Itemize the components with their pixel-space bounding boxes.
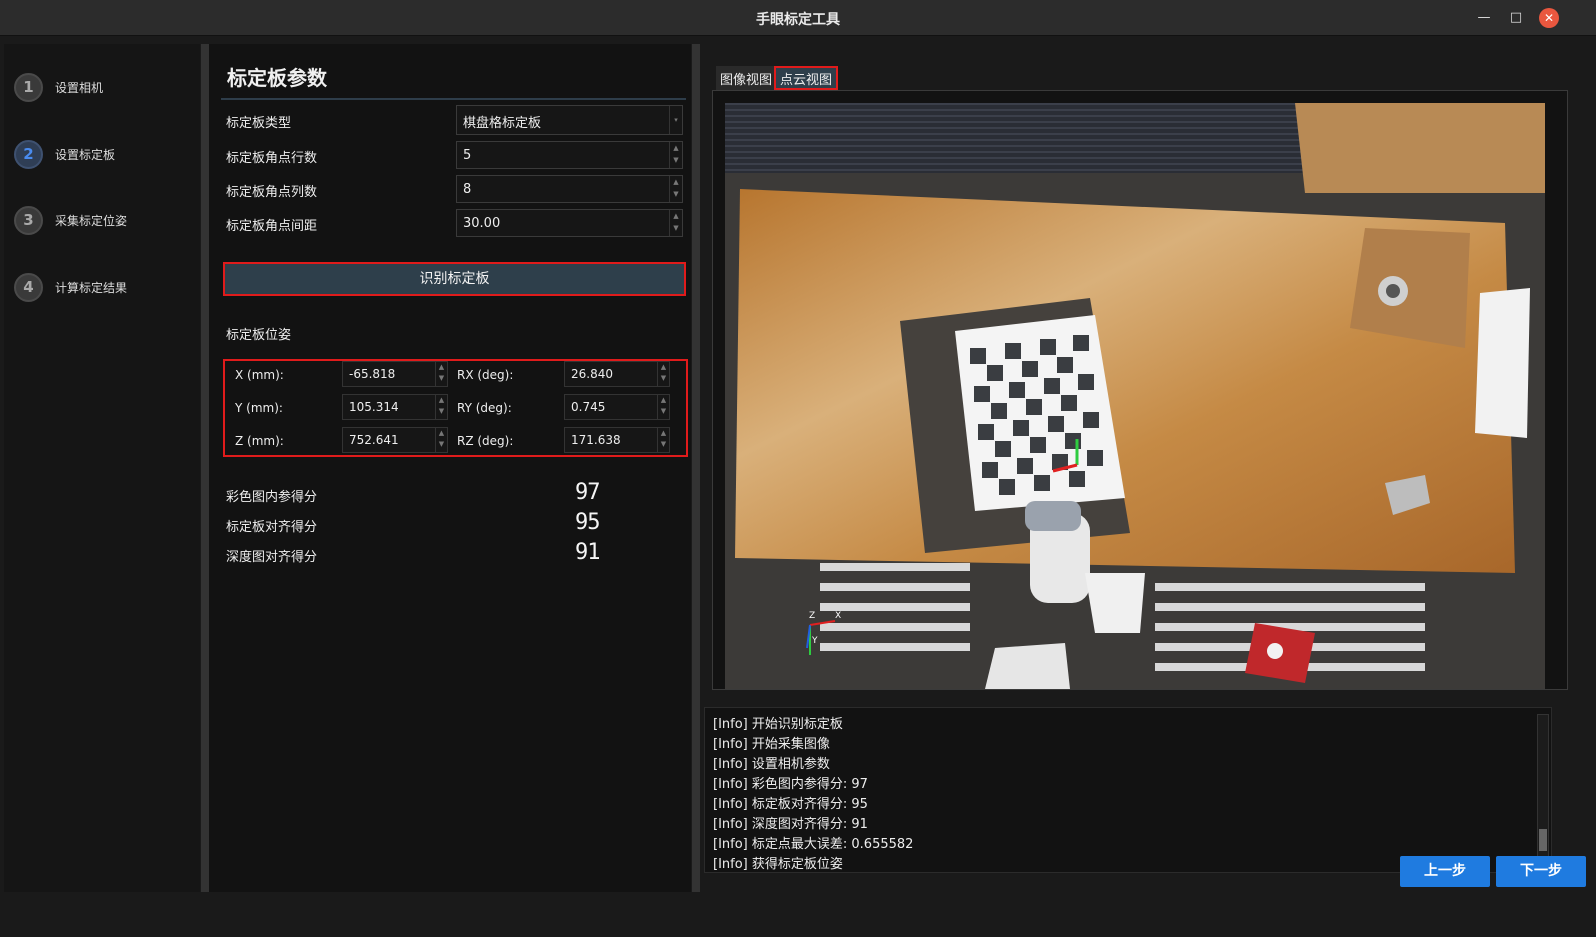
panel-title: 标定板参数 [227, 66, 327, 90]
axis-y-label: Y [811, 636, 818, 646]
view-panel: 图像视图 点云视图 Z X Y [Info] 开始识别标定板 [Info] 开始… [700, 44, 1590, 937]
board-type-label: 标定板类型 [226, 116, 292, 131]
spin-arrows-icon[interactable]: ▲ ▼ [435, 395, 447, 419]
rows-value: 5 [463, 148, 472, 163]
step-item-compute[interactable]: 4 计算标定结果 [14, 272, 127, 302]
left-splitter[interactable] [201, 44, 209, 892]
spin-arrows-icon[interactable]: ▲ ▼ [435, 428, 447, 452]
x-input[interactable]: -65.818 ▲ ▼ [342, 361, 448, 387]
pose-group: X (mm): -65.818 ▲ ▼ RX (deg): 26.840 ▲ ▼ Y (… [223, 359, 688, 457]
step-number-badge: 3 [14, 205, 43, 235]
scrollbar-thumb[interactable] [1539, 829, 1547, 851]
log-line: [Info] 开始识别标定板 [713, 717, 843, 732]
log-panel[interactable]: [Info] 开始识别标定板 [Info] 开始采集图像 [Info] 设置相机… [704, 707, 1552, 873]
next-step-button[interactable]: 下一步 [1496, 856, 1586, 887]
axis-z-label: Z [809, 611, 815, 621]
ry-input[interactable]: 0.745 ▲ ▼ [564, 394, 670, 420]
title-divider [221, 98, 686, 100]
prev-step-button[interactable]: 上一步 [1400, 856, 1490, 887]
log-scrollbar[interactable] [1537, 714, 1549, 864]
steps-sidebar: 1 设置相机 2 设置标定板 3 采集标定位姿 4 计算标定结果 [4, 44, 200, 892]
spin-arrows-icon[interactable]: ▲ ▼ [657, 362, 669, 386]
step-item-board[interactable]: 2 设置标定板 [14, 139, 115, 169]
spin-arrows-icon[interactable]: ▲ ▼ [669, 210, 682, 236]
spin-arrows-icon[interactable]: ▲ ▼ [657, 395, 669, 419]
depth-align-score-label: 深度图对齐得分 [226, 550, 318, 565]
params-panel: 标定板参数 标定板类型 棋盘格标定板 ▾ 标定板角点行数 5 ▲ ▼ 标定板角点列… [209, 44, 691, 892]
step-label: 采集标定位姿 [55, 213, 128, 228]
z-input[interactable]: 752.641 ▲ ▼ [342, 427, 448, 453]
step-label: 计算标定结果 [55, 280, 128, 295]
board-type-select[interactable]: 棋盘格标定板 ▾ [456, 105, 683, 135]
ry-label: RY (deg): [457, 401, 512, 415]
log-line: [Info] 设置相机参数 [713, 757, 830, 772]
pointcloud-scene-image: Z X Y [725, 103, 1545, 689]
ry-value: 0.745 [571, 400, 606, 414]
step-item-camera[interactable]: 1 设置相机 [14, 72, 103, 102]
intrinsic-score-label: 彩色图内参得分 [226, 490, 318, 505]
step-number-badge: 1 [14, 72, 43, 102]
rx-input[interactable]: 26.840 ▲ ▼ [564, 361, 670, 387]
cols-label: 标定板角点列数 [226, 185, 318, 200]
rows-spinbox[interactable]: 5 ▲ ▼ [456, 141, 683, 169]
minimize-icon[interactable]: — [1474, 8, 1494, 28]
spacing-spinbox[interactable]: 30.00 ▲ ▼ [456, 209, 683, 237]
board-align-score-label: 标定板对齐得分 [226, 520, 318, 535]
z-label: Z (mm): [235, 434, 284, 448]
z-value: 752.641 [349, 433, 399, 447]
step-number-badge: 4 [14, 272, 43, 302]
rx-value: 26.840 [571, 367, 613, 381]
step-label: 设置标定板 [55, 147, 116, 162]
intrinsic-score-value: 97 [575, 480, 599, 505]
log-line: [Info] 彩色图内参得分: 97 [713, 777, 868, 792]
rx-label: RX (deg): [457, 368, 514, 382]
title-bar: 手眼标定工具 — □ ✕ [0, 0, 1596, 36]
depth-align-score-value: 91 [575, 540, 599, 565]
pointcloud-render[interactable]: Z X Y [725, 103, 1545, 689]
cols-spinbox[interactable]: 8 ▲ ▼ [456, 175, 683, 203]
tab-pointcloud-view[interactable]: 点云视图 [774, 66, 839, 90]
chevron-down-icon[interactable]: ▾ [669, 106, 682, 134]
axis-x-label: X [835, 611, 841, 621]
x-value: -65.818 [349, 367, 396, 381]
step-label: 设置相机 [55, 80, 104, 95]
spin-arrows-icon[interactable]: ▲ ▼ [657, 428, 669, 452]
pointcloud-viewport[interactable]: Z X Y [712, 90, 1568, 690]
rz-input[interactable]: 171.638 ▲ ▼ [564, 427, 670, 453]
board-align-score-value: 95 [575, 510, 599, 535]
right-splitter[interactable] [692, 44, 700, 892]
y-label: Y (mm): [235, 401, 283, 415]
rz-value: 171.638 [571, 433, 621, 447]
log-line: [Info] 标定点最大误差: 0.655582 [713, 837, 914, 852]
tab-image-view[interactable]: 图像视图 [716, 66, 777, 90]
rz-label: RZ (deg): [457, 434, 514, 448]
step-number-badge: 2 [14, 139, 43, 169]
log-line: [Info] 开始采集图像 [713, 737, 830, 752]
spin-arrows-icon[interactable]: ▲ ▼ [669, 142, 682, 168]
detect-board-button[interactable]: 识别标定板 [223, 262, 686, 296]
log-line: [Info] 获得标定板位姿 [713, 857, 843, 872]
window-title: 手眼标定工具 [756, 12, 840, 28]
spin-arrows-icon[interactable]: ▲ ▼ [435, 362, 447, 386]
rows-label: 标定板角点行数 [226, 151, 318, 166]
spacing-value: 30.00 [463, 216, 501, 231]
spin-arrows-icon[interactable]: ▲ ▼ [669, 176, 682, 202]
step-item-capture[interactable]: 3 采集标定位姿 [14, 205, 127, 235]
y-input[interactable]: 105.314 ▲ ▼ [342, 394, 448, 420]
y-value: 105.314 [349, 400, 399, 414]
spacing-label: 标定板角点间距 [226, 219, 318, 234]
board-type-value: 棋盘格标定板 [463, 116, 542, 131]
log-line: [Info] 标定板对齐得分: 95 [713, 797, 868, 812]
cols-value: 8 [463, 182, 472, 197]
log-line: [Info] 深度图对齐得分: 91 [713, 817, 868, 832]
close-icon[interactable]: ✕ [1539, 8, 1559, 28]
x-label: X (mm): [235, 368, 284, 382]
pose-title: 标定板位姿 [226, 328, 292, 343]
maximize-icon[interactable]: □ [1506, 8, 1526, 28]
